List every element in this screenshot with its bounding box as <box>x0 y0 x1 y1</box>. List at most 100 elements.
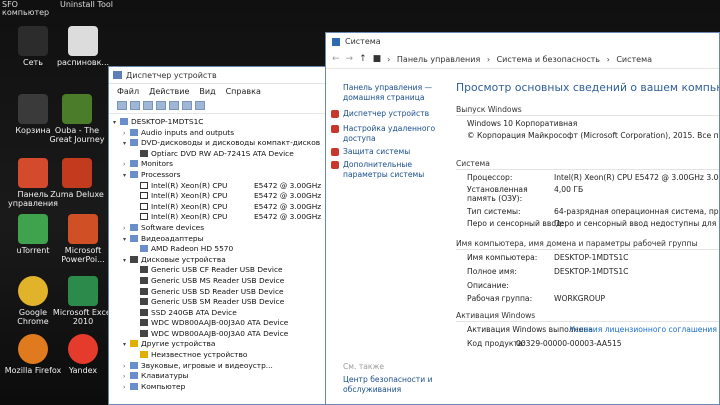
device-manager-titlebar[interactable]: Диспетчер устройств <box>109 67 329 84</box>
menu-file[interactable]: Файл <box>117 87 139 96</box>
tree-node[interactable]: SSD 240GB ATA Device <box>113 308 329 319</box>
desktop-icon[interactable]: Yandex <box>52 334 114 375</box>
tree-node-label: Optiarc DVD RW AD-7241S ATA Device <box>151 148 294 158</box>
see-also-label: См. также <box>343 362 385 371</box>
tree-node[interactable]: AMD Radeon HD 5570 <box>113 244 329 255</box>
dev-device-icon <box>130 234 138 242</box>
tree-node[interactable]: › Клавиатуры <box>113 371 329 382</box>
breadcrumb-system-security[interactable]: Система и безопасность <box>497 55 600 64</box>
desktop-icon[interactable]: Ouba - The Great Journey <box>46 94 108 144</box>
disk-device-icon <box>140 276 148 284</box>
device-tree[interactable]: ▾ DESKTOP-1MDTS1C › Audio inputs and output… <box>109 114 329 392</box>
help-icon[interactable] <box>169 101 179 110</box>
divider <box>456 249 719 250</box>
windows-edition-value: Windows 10 Корпоративная <box>467 119 578 128</box>
pen-touch-value: Перо и сенсорный ввод недоступны для это… <box>554 219 719 228</box>
link-advanced-settings[interactable]: Дополнительные параметры системы <box>343 160 443 179</box>
tree-view-icon[interactable] <box>143 101 153 110</box>
tree-node[interactable]: › Компьютер <box>113 382 329 393</box>
system-main-pane: Просмотр основных сведений о вашем компь… <box>436 69 720 404</box>
system-window[interactable]: Система ← → ↑ ■ › Панель управления › Си… <box>325 32 720 405</box>
tree-node-label: AMD Radeon HD 5570 <box>151 244 234 254</box>
dev-device-icon <box>130 372 138 380</box>
processor-value: Intel(R) Xeon(R) CPU E5472 @ 3.00GHz 3.0… <box>554 173 720 182</box>
properties-icon[interactable] <box>156 101 166 110</box>
app-icon <box>68 334 98 364</box>
desktop-icon[interactable]: Zuma Deluxe <box>46 158 108 199</box>
monitor-icon[interactable] <box>195 101 205 110</box>
menu-help[interactable]: Справка <box>226 87 261 96</box>
tree-node[interactable]: Неизвестное устройство <box>113 350 329 361</box>
tree-node[interactable]: Intel(R) Xeon(R) CPU E5472 @ 3.00GHz <box>113 202 329 213</box>
forward-arrow-icon[interactable] <box>130 101 140 110</box>
tree-node[interactable]: ▾ Дисковые устройства <box>113 255 329 266</box>
tree-node[interactable]: Generic USB SM Reader USB Device <box>113 297 329 308</box>
device-manager-window[interactable]: Диспетчер устройств Файл Действие Вид Сп… <box>108 66 330 405</box>
tree-node[interactable]: WDC WD800AAJB-00J3A0 ATA Device <box>113 329 329 340</box>
expand-chevron-icon[interactable]: › <box>123 383 130 394</box>
tree-node[interactable]: Optiarc DVD RW AD-7241S ATA Device <box>113 149 329 160</box>
tree-node[interactable]: Generic USB MS Reader USB Device <box>113 276 329 287</box>
menu-view[interactable]: Вид <box>199 87 215 96</box>
warn-device-icon <box>140 351 148 359</box>
tree-node-label: Intel(R) Xeon(R) CPU <box>151 180 228 190</box>
tree-node[interactable]: Intel(R) Xeon(R) CPU E5472 @ 3.00GHz <box>113 212 329 223</box>
tree-node[interactable]: Generic USB CF Reader USB Device <box>113 265 329 276</box>
menu-action[interactable]: Действие <box>149 87 189 96</box>
desktop-icon[interactable]: распиновк... <box>52 26 114 67</box>
breadcrumb-system[interactable]: Система <box>616 55 652 64</box>
tree-node[interactable]: › Monitors <box>113 159 329 170</box>
workgroup-label: Рабочая группа: <box>467 294 533 303</box>
desktop-icon[interactable]: Microsoft PowerPoi... <box>52 214 114 264</box>
computer-name-label: Имя компьютера: <box>467 253 538 262</box>
shield-icon <box>331 110 339 118</box>
divider <box>456 321 719 322</box>
tree-node[interactable]: › Software devices <box>113 223 329 234</box>
shield-icon <box>331 161 339 169</box>
system-titlebar[interactable]: Система <box>326 33 719 50</box>
tree-node-label: DVD-дисководы и дисководы компакт-дисков <box>141 138 321 148</box>
divider <box>456 115 719 116</box>
tree-node-label: Software devices <box>141 222 205 232</box>
link-security-maintenance[interactable]: Центр безопасности и обслуживания <box>343 375 443 394</box>
shield-icon <box>331 148 339 156</box>
tree-node[interactable]: ▾ Другие устройства <box>113 339 329 350</box>
back-arrow-icon[interactable] <box>117 101 127 110</box>
tree-node-label: Generic USB MS Reader USB Device <box>151 275 285 285</box>
app-icon <box>18 276 48 306</box>
tree-node[interactable]: › Звуковые, игровые и видеоустр... <box>113 361 329 372</box>
tree-node[interactable]: Generic USB SD Reader USB Device <box>113 287 329 298</box>
link-system-protection[interactable]: Защита системы <box>343 147 443 157</box>
desktop-icon-label: Zuma Deluxe <box>50 190 104 199</box>
tree-node-label: Generic USB CF Reader USB Device <box>151 265 283 275</box>
system-left-pane: Панель управления — домашняя страница Ди… <box>326 69 436 404</box>
license-terms-link[interactable]: Условия лицензионного соглашения на испо… <box>570 325 719 334</box>
tree-node[interactable]: ▾ Processors <box>113 170 329 181</box>
tree-node[interactable]: Intel(R) Xeon(R) CPU E5472 @ 3.00GHz <box>113 191 329 202</box>
tree-node[interactable]: ▾ DVD-дисководы и дисководы компакт-диско… <box>113 138 329 149</box>
link-remote-settings[interactable]: Настройка удаленного доступа <box>343 124 443 143</box>
tree-node[interactable]: ▾ DESKTOP-1MDTS1C <box>113 117 329 128</box>
back-arrow-icon[interactable]: ← <box>332 54 340 64</box>
breadcrumb-control-panel[interactable]: Панель управления <box>397 55 480 64</box>
computer-name-header: Имя компьютера, имя домена и параметры р… <box>456 239 698 248</box>
link-control-panel-home[interactable]: Панель управления — домашняя страница <box>343 83 443 102</box>
tree-node[interactable]: WDC WD800AAJB-00J3A0 ATA Device <box>113 318 329 329</box>
desktop-icon[interactable]: Microsoft Excel 2010 <box>52 276 114 326</box>
tree-node[interactable]: ▾ Видеоадаптеры <box>113 234 329 245</box>
shield-icon <box>331 125 339 133</box>
forward-arrow-icon[interactable]: → <box>346 54 354 64</box>
tree-node-label: Компьютер <box>141 381 186 391</box>
tree-node[interactable]: Intel(R) Xeon(R) CPU E5472 @ 3.00GHz <box>113 181 329 192</box>
tree-node-label: DESKTOP-1MDTS1C <box>131 117 204 126</box>
up-arrow-icon[interactable]: ↑ <box>359 54 367 64</box>
app-icon <box>18 214 48 244</box>
description-label: Описание: <box>467 281 509 290</box>
link-device-manager[interactable]: Диспетчер устройств <box>343 109 443 119</box>
activation-header: Активация Windows <box>456 311 536 320</box>
copyright-text: © Корпорация Майкрософт (Microsoft Corpo… <box>467 131 719 140</box>
update-driver-icon[interactable] <box>182 101 192 110</box>
tree-node[interactable]: › Audio inputs and outputs <box>113 128 329 139</box>
page-title: Просмотр основных сведений о вашем компь… <box>456 81 719 94</box>
tree-node-label: Видеоадаптеры <box>141 233 204 243</box>
